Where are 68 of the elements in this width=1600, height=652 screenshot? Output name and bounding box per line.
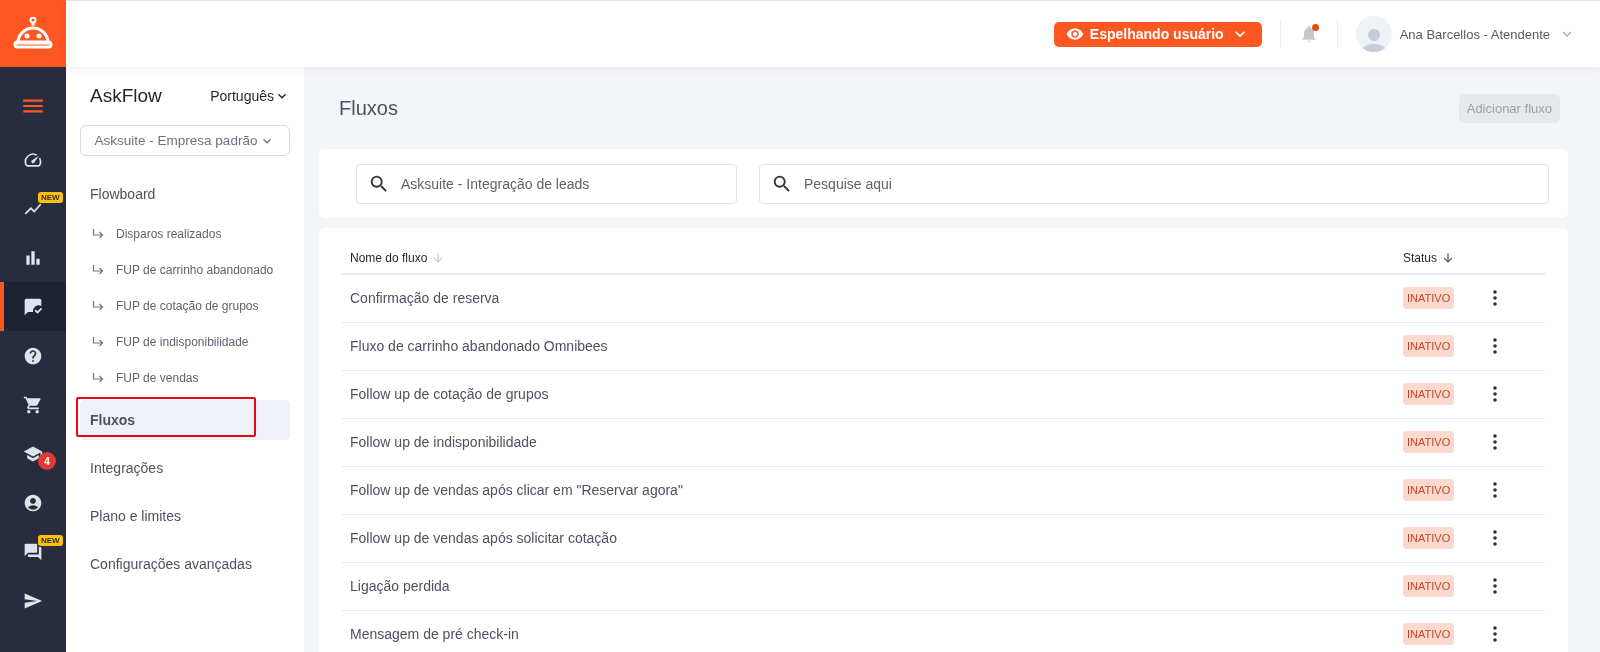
kebab-icon [1493,578,1497,594]
more-options-button[interactable] [1493,386,1497,402]
status-badge: INATIVO [1403,623,1455,645]
column-header[interactable]: Nome do fluxo [350,250,446,265]
user-name[interactable]: Ana Barcellos - Atendente [1399,26,1550,42]
status-badge: INATIVO [1403,431,1455,453]
kebab-icon [1493,338,1497,354]
flow-name-cell: Mensagem de pré check-in [342,610,1395,652]
language-select[interactable]: Português [210,88,290,104]
sidebar-subitem[interactable]: Disparos realizados [80,216,290,252]
sidebar-subitem[interactable]: FUP de carrinho abandonado [80,252,290,288]
flow-name-cell: Follow up de vendas após clicar em "Reservar agora" [342,466,1395,514]
flow-name-cell: Confirmação de reserva [342,274,1395,322]
more-options-button[interactable] [1493,482,1497,498]
more-options-button[interactable] [1493,290,1497,307]
company-select[interactable]: Asksuite - Empresa padrão [80,125,290,156]
kebab-icon [1493,626,1497,642]
kebab-icon [1493,434,1497,450]
kebab-icon [1493,290,1497,307]
flow-name-cell: Follow up de vendas após solicitar cotação [342,514,1395,562]
nav-icon-button[interactable] [0,282,66,331]
more-options-button[interactable] [1493,434,1497,450]
more-options-button[interactable] [1493,530,1497,546]
cart-icon [23,394,43,415]
page-title: Fluxos [339,96,398,120]
app-title: AskFlow [90,85,162,107]
sidebar-subitem[interactable]: FUP de vendas [80,360,290,396]
more-options-button[interactable] [1493,578,1497,594]
nav-icon-button[interactable]: 4 [0,429,66,478]
return-arrow-icon [92,337,104,347]
flow-name-cell: Follow up de cotação de grupos [342,370,1395,418]
help-icon [23,345,43,366]
status-badge: INATIVO [1403,479,1455,501]
search-field[interactable]: Asksuite - Integração de leads [356,163,737,204]
more-options-button[interactable] [1493,338,1497,354]
more-options-button[interactable] [1493,626,1497,642]
kebab-icon [1493,386,1497,402]
kebab-icon [1493,482,1497,498]
kebab-icon [1493,530,1497,546]
sidebar-item[interactable]: Plano e limites [80,496,290,536]
count-badge: 4 [38,452,56,470]
status-badge: INATIVO [1403,527,1455,549]
return-arrow-icon [92,301,104,311]
sidebar-item[interactable]: Configurações avançadas [80,544,290,584]
sidebar-item[interactable]: Integrações [80,448,290,488]
sidebar-subitem[interactable]: FUP de cotação de grupos [80,288,290,324]
nav-icon-button[interactable]: NEW [0,527,66,576]
new-badge: NEW [38,535,63,546]
sidebar-item[interactable]: Flowboard [80,172,290,216]
nav-icon-button[interactable]: NEW [0,184,66,233]
flow-name-cell: Follow up de indisponibilidade [342,418,1395,466]
return-arrow-icon [92,229,104,239]
return-arrow-icon [92,373,104,383]
status-badge: INATIVO [1403,575,1455,597]
search-field[interactable]: Pesquise aqui [759,163,1549,204]
return-arrow-icon [92,265,104,275]
sidebar-subitem[interactable]: FUP de indisponibilidade [80,324,290,360]
flow-name-cell: Fluxo de carrinho abandonado Omnibees [342,322,1395,370]
flow-name-cell: Ligação perdida [342,562,1395,610]
column-header[interactable]: Status [1403,250,1456,265]
eye-icon [1065,25,1084,43]
chat-bubbles-icon [23,541,43,562]
new-badge: NEW [38,192,63,203]
status-badge: INATIVO [1403,335,1455,357]
status-badge: INATIVO [1403,287,1455,310]
status-badge: INATIVO [1403,383,1455,405]
chat-check-icon [23,296,43,317]
robot-logo[interactable] [0,0,66,67]
